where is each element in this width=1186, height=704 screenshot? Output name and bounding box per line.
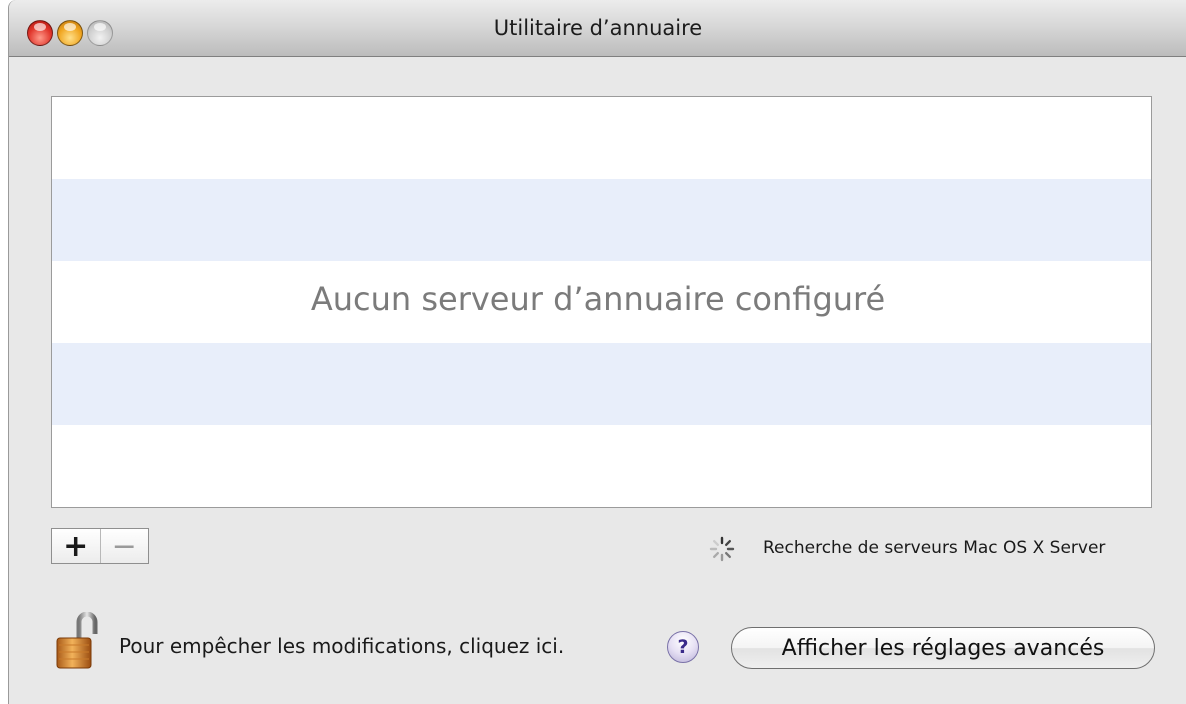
show-advanced-settings-button[interactable]: Afficher les réglages avancés xyxy=(731,627,1155,669)
list-row xyxy=(52,343,1151,425)
add-server-button[interactable]: + xyxy=(52,529,100,564)
window-title: Utilitaire d’annuaire xyxy=(493,16,703,40)
empty-list-message: Aucun serveur d’annuaire configuré xyxy=(310,280,886,318)
unlocked-padlock-icon[interactable] xyxy=(55,612,99,672)
server-search-status: Recherche de serveurs Mac OS X Server xyxy=(763,538,1106,558)
list-button-bar: + − xyxy=(51,528,149,564)
help-button[interactable]: ? xyxy=(667,631,699,663)
list-row xyxy=(52,97,1151,179)
directory-utility-window: Utilitaire d’annuaire Aucun serveur d’an… xyxy=(8,0,1186,704)
list-row xyxy=(52,425,1151,507)
title-bar[interactable]: Utilitaire d’annuaire xyxy=(9,0,1186,57)
list-row xyxy=(52,179,1151,261)
remove-server-button[interactable]: − xyxy=(99,529,149,564)
spinner-icon xyxy=(709,536,735,562)
lock-instruction-label[interactable]: Pour empêcher les modifications, cliquez… xyxy=(119,634,564,658)
